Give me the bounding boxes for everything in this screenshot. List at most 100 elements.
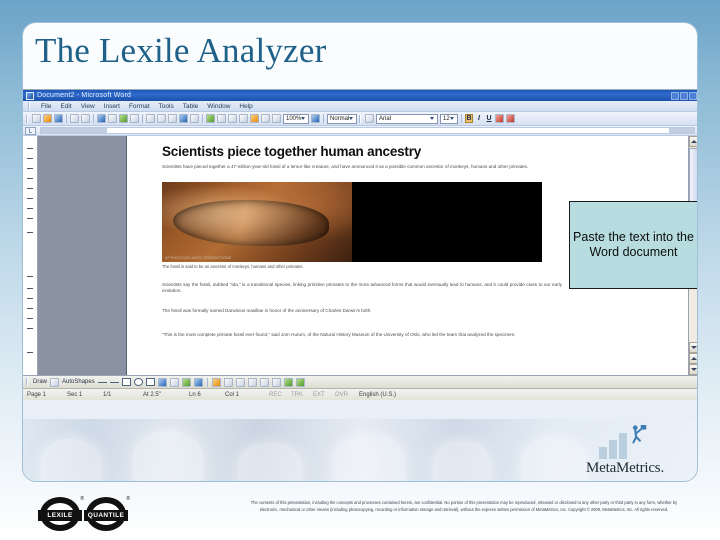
italic-button[interactable]: I: [475, 115, 483, 122]
insert-wordart-icon[interactable]: [157, 377, 167, 387]
word-menu-bar[interactable]: File Edit View Insert Format Tools Table…: [23, 101, 697, 112]
photo-credit: AP PHOTO/ATLANTIC PRODUCTIONS: [165, 256, 232, 260]
align-center-icon[interactable]: [506, 114, 515, 123]
insert-table-icon[interactable]: [217, 114, 226, 123]
format-painter-icon[interactable]: [168, 114, 177, 123]
copy-icon[interactable]: [146, 114, 155, 123]
fill-color-icon[interactable]: [211, 377, 221, 387]
insert-hyperlink-icon[interactable]: [206, 114, 215, 123]
open-folder-icon[interactable]: [43, 114, 52, 123]
ruler-strip[interactable]: [40, 127, 695, 134]
word-standard-toolbar[interactable]: 100% Normal Arial 12 B I U: [23, 112, 697, 126]
chevron-down-icon[interactable]: [430, 117, 434, 120]
menu-item-table[interactable]: Table: [183, 103, 199, 110]
chevron-down-icon[interactable]: [301, 117, 306, 120]
rectangle-shape-icon[interactable]: [121, 378, 131, 386]
menu-item-window[interactable]: Window: [207, 103, 230, 110]
menu-item-format[interactable]: Format: [129, 103, 150, 110]
window-controls[interactable]: [671, 91, 697, 100]
cut-icon[interactable]: [130, 114, 139, 123]
line-shape-icon[interactable]: [97, 381, 107, 383]
select-browse-object-button[interactable]: [688, 342, 697, 353]
horizontal-ruler[interactable]: L: [23, 126, 697, 136]
dash-style-icon[interactable]: [259, 377, 269, 387]
menu-item-insert[interactable]: Insert: [104, 103, 120, 110]
line-style-icon[interactable]: [247, 377, 257, 387]
arrow-shape-icon[interactable]: [109, 381, 119, 383]
insert-clipart-icon[interactable]: [181, 377, 191, 387]
bold-button[interactable]: B: [465, 114, 473, 123]
status-trk[interactable]: TRK: [291, 392, 313, 398]
chevron-down-icon[interactable]: [450, 117, 454, 120]
menu-item-file[interactable]: File: [41, 103, 51, 110]
word-drawing-toolbar[interactable]: Draw AutoShapes: [23, 375, 697, 388]
autoshapes-menu-button[interactable]: AutoShapes: [62, 379, 95, 385]
document-map-icon[interactable]: [261, 114, 270, 123]
new-document-icon[interactable]: [32, 114, 41, 123]
vertical-ruler[interactable]: [23, 136, 38, 375]
print-icon[interactable]: [81, 114, 90, 123]
chevron-down-icon[interactable]: [349, 117, 354, 120]
align-left-icon[interactable]: [495, 114, 504, 123]
quantile-seal-logo: QUANTILE ®: [84, 496, 130, 531]
minimize-button[interactable]: [671, 91, 679, 100]
tab-selector-icon[interactable]: L: [25, 126, 36, 135]
paste-icon[interactable]: [157, 114, 166, 123]
font-name-combo[interactable]: Arial: [376, 113, 438, 124]
toolbar-grip-handle[interactable]: [359, 114, 361, 123]
toolbar-grip-handle[interactable]: [26, 378, 28, 386]
oval-shape-icon[interactable]: [133, 378, 143, 386]
drawing-toggle-icon[interactable]: [250, 114, 259, 123]
shadow-style-icon[interactable]: [283, 377, 293, 387]
insert-excel-icon[interactable]: [228, 114, 237, 123]
menu-item-view[interactable]: View: [81, 103, 95, 110]
menu-grip-handle[interactable]: [28, 102, 30, 110]
line-color-icon[interactable]: [223, 377, 233, 387]
style-combo[interactable]: Normal: [327, 113, 357, 124]
text-box-icon[interactable]: [145, 378, 155, 386]
ruler-tick: [27, 208, 33, 209]
print-preview-icon[interactable]: [97, 114, 106, 123]
spelling-check-icon[interactable]: [108, 114, 117, 123]
undo-icon[interactable]: [179, 114, 188, 123]
zoom-combo[interactable]: 100%: [283, 113, 309, 124]
insert-picture-icon[interactable]: [193, 377, 203, 387]
status-rec[interactable]: REC: [269, 392, 291, 398]
scrollbar-thumb[interactable]: [688, 148, 697, 208]
font-color-icon[interactable]: [235, 377, 245, 387]
show-formatting-marks-icon[interactable]: [272, 114, 281, 123]
chevron-down-icon: [691, 346, 697, 349]
select-objects-icon[interactable]: [50, 377, 60, 387]
underline-button[interactable]: U: [485, 115, 493, 122]
draw-menu-button[interactable]: Draw: [33, 379, 47, 385]
3d-style-icon[interactable]: [295, 377, 305, 387]
close-button[interactable]: [689, 91, 697, 100]
status-ext[interactable]: EXT: [313, 392, 335, 398]
previous-page-button[interactable]: [688, 353, 697, 364]
status-language[interactable]: English (U.S.): [359, 392, 407, 398]
maximize-button[interactable]: [680, 91, 688, 100]
lexile-seal-logo: LEXILE ®: [38, 496, 84, 531]
styles-formatting-icon[interactable]: [365, 114, 374, 123]
research-icon[interactable]: [119, 114, 128, 123]
save-icon[interactable]: [54, 114, 63, 123]
help-icon[interactable]: [311, 114, 320, 123]
arrow-style-icon[interactable]: [271, 377, 281, 387]
columns-icon[interactable]: [239, 114, 248, 123]
font-size-combo[interactable]: 12: [440, 113, 458, 124]
insert-diagram-icon[interactable]: [169, 377, 179, 387]
menu-item-tools[interactable]: Tools: [159, 103, 174, 110]
status-page: Page 1: [27, 391, 47, 398]
mail-icon[interactable]: [70, 114, 79, 123]
toolbar-grip-handle[interactable]: [26, 114, 28, 123]
status-ovr[interactable]: OVR: [335, 392, 359, 398]
scroll-up-button[interactable]: [688, 136, 697, 147]
scroll-down-button[interactable]: [688, 364, 697, 375]
menu-item-edit[interactable]: Edit: [60, 103, 71, 110]
redo-icon[interactable]: [190, 114, 199, 123]
ruler-tick: [27, 328, 33, 329]
document-paragraph-1: Scientists have pieced together a 47-mil…: [162, 164, 529, 169]
menu-item-help[interactable]: Help: [239, 103, 252, 110]
fossil-photo: AP PHOTO/ATLANTIC PRODUCTIONS: [162, 182, 352, 262]
document-left-margin-area: [38, 136, 126, 375]
